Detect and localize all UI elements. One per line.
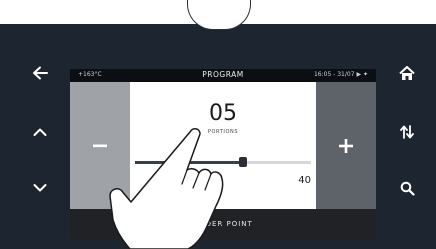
oven-control-panel: +163°C PROGRAM 16:05 - 31/07 ▶ ✦ 05 PORT…	[0, 24, 436, 249]
search-button[interactable]	[393, 174, 421, 202]
plus-icon	[339, 138, 353, 153]
minus-icon	[93, 144, 107, 147]
clock-date-readout: 16:05 - 31/07 ▶ ✦	[313, 71, 368, 78]
slider-fill	[135, 161, 243, 164]
increment-button[interactable]	[316, 82, 376, 209]
order-point-label: ORDER POINT	[193, 220, 253, 228]
touchscreen: +163°C PROGRAM 16:05 - 31/07 ▶ ✦ 05 PORT…	[70, 69, 376, 239]
slider-handle[interactable]	[239, 157, 247, 167]
portion-count: 05	[209, 101, 237, 126]
home-button[interactable]	[393, 59, 421, 87]
swap-button[interactable]	[393, 118, 421, 146]
home-icon	[399, 65, 415, 80]
chevron-up-icon	[33, 128, 47, 136]
scroll-up-button[interactable]	[26, 118, 54, 146]
portion-slider[interactable]	[135, 157, 311, 167]
status-bar: +163°C PROGRAM 16:05 - 31/07 ▶ ✦	[70, 69, 376, 82]
swap-vertical-icon	[400, 125, 414, 139]
order-point-button[interactable]: ORDER POINT	[70, 209, 376, 239]
slider-max-label: 40	[298, 175, 311, 186]
portion-unit-label: PORTIONS	[207, 129, 239, 135]
search-icon	[400, 181, 415, 196]
decrement-button[interactable]	[70, 82, 130, 209]
arrow-left-icon	[33, 66, 48, 80]
back-button[interactable]	[26, 59, 54, 87]
scroll-down-button[interactable]	[26, 174, 54, 202]
chevron-down-icon	[33, 184, 47, 192]
